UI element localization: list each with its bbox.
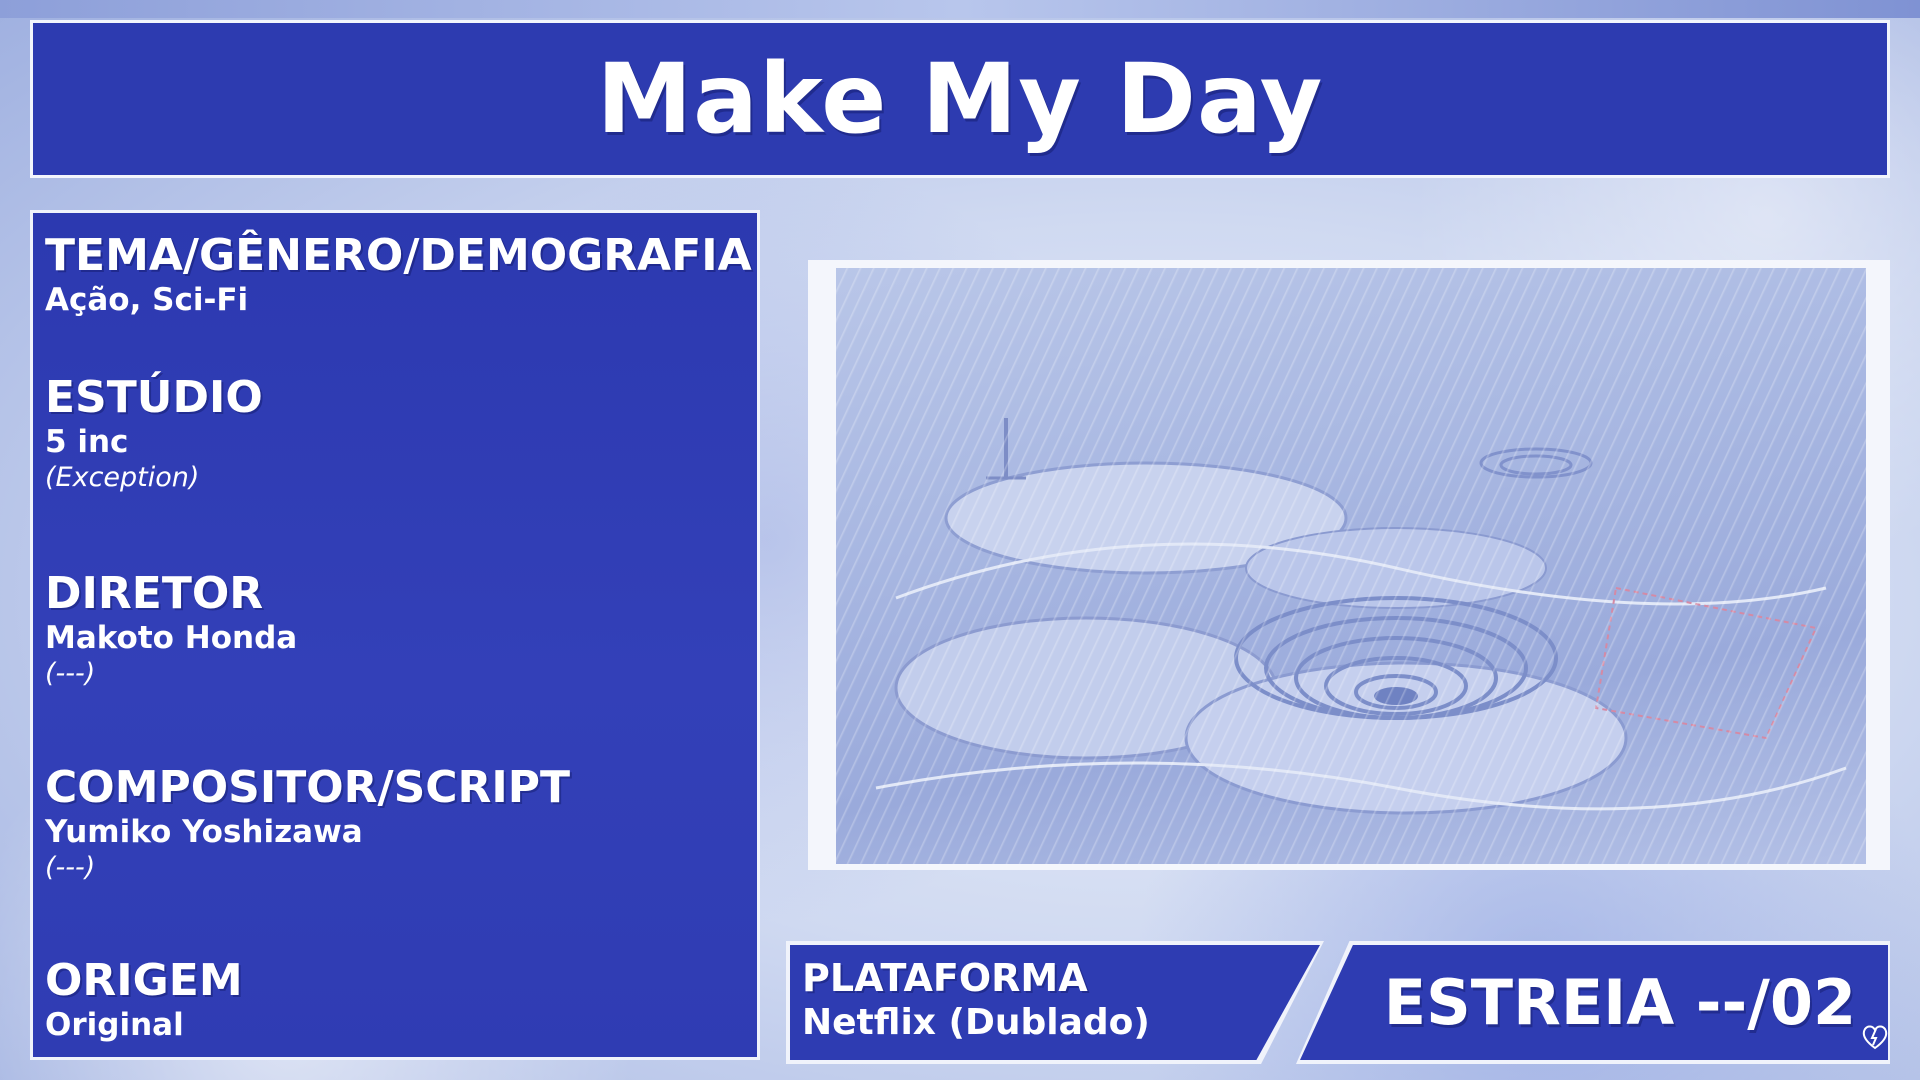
artwork-frame <box>808 260 1890 870</box>
genre-value: Ação, Sci-Fi <box>45 282 249 318</box>
genre-section: TEMA/GÊNERO/DEMOGRAFIA Ação, Sci-Fi <box>45 231 752 319</box>
composer-note: (---) <box>45 852 96 883</box>
studio-note: (Exception) <box>45 462 200 493</box>
origin-value: Original <box>45 1007 184 1043</box>
snowy-crater-landscape-image <box>836 268 1866 864</box>
director-label: DIRETOR <box>45 568 264 619</box>
studio-section: ESTÚDIO 5 inc (Exception) <box>45 373 263 495</box>
premiere-text: ESTREIA --/02 <box>1383 966 1857 1039</box>
top-strip <box>0 0 1920 18</box>
studio-value: 5 inc <box>45 424 129 460</box>
studio-label: ESTÚDIO <box>45 372 263 423</box>
director-section: DIRETOR Makoto Honda (---) <box>45 569 297 691</box>
rain-overlay <box>836 268 1866 864</box>
platform-value: Netflix (Dublado) <box>802 1002 1150 1043</box>
platform-label: PLATAFORMA <box>802 956 1088 1000</box>
lightning-heart-icon <box>1862 1025 1888 1050</box>
info-panel: TEMA/GÊNERO/DEMOGRAFIA Ação, Sci-Fi ESTÚ… <box>30 210 760 1060</box>
composer-label: COMPOSITOR/SCRIPT <box>45 762 571 813</box>
director-value: Makoto Honda <box>45 620 298 656</box>
origin-label: ORIGEM <box>45 955 243 1006</box>
composer-value: Yumiko Yoshizawa <box>45 814 363 850</box>
composer-section: COMPOSITOR/SCRIPT Yumiko Yoshizawa (---) <box>45 763 570 885</box>
origin-section: ORIGEM Original <box>45 956 243 1044</box>
director-note: (---) <box>45 658 96 689</box>
show-title: Make My Day <box>596 43 1324 155</box>
genre-label: TEMA/GÊNERO/DEMOGRAFIA <box>45 230 752 281</box>
title-banner: Make My Day <box>30 20 1890 178</box>
